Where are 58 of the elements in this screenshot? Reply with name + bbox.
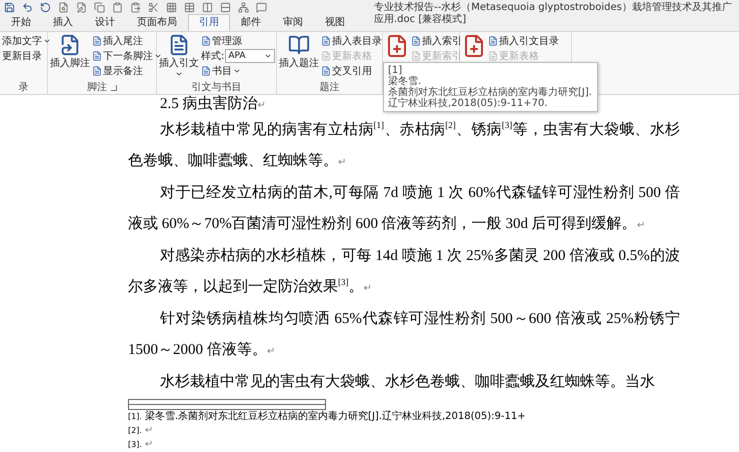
ribbon-tab[interactable]: 开始 [0,14,42,31]
toolbar-icon[interactable] [166,2,177,13]
window-title: 专业技术报告--水杉（Metasequoia glyptostroboides）栽培管理技术及其推广应用.doc [兼容模式] [373,0,733,27]
ribbon-tab[interactable]: 视图 [314,14,356,31]
ribbon-button[interactable]: 插入尾注 [92,34,162,48]
body-paragraph: 对感染赤枯病的水杉植株，可每 14d 喷施 1 次 25%多菌灵 200 倍液或 0.5%的波尔多液等，以起到一定防治效果$^{[3]}$。↵ [128,246,680,297]
ribbon-button[interactable]: 插入索引 [411,34,462,48]
toolbar-icon[interactable] [94,2,105,13]
group-label: 题注 [320,81,340,94]
ribbon-tab[interactable]: 设计 [84,14,126,31]
toolbar-icon[interactable] [4,2,15,13]
tooltip: [1] 梁冬雪. 杀菌剂对东北红豆杉立枯病的室内毒力研究[J].辽宁林业科技,2018(05):9-11+70. [383,62,598,112]
toolbar-icon[interactable] [148,2,159,13]
style-label: 样式: [201,50,224,63]
toolbar-icon[interactable] [40,2,51,13]
ribbon-button[interactable]: 插入引文目录 [488,34,559,48]
toolbar-icon[interactable] [238,2,249,13]
ribbon-button[interactable]: 管理源 [201,34,276,48]
ribbon-tab[interactable]: 引用 [188,14,230,31]
dialog-launcher-icon[interactable] [111,84,117,90]
footnote: [3]. ↵ [128,438,154,452]
footnote: [1]. 梁冬雪.杀菌剂对东北红豆杉立枯病的室内毒力研究[J].辽宁林业科技,2018(05):9-11+ [128,410,526,424]
toolbar-icon[interactable] [220,2,231,13]
toolbar-icon[interactable] [76,2,87,13]
toolbar-icon[interactable] [58,2,69,13]
body-paragraph: 针对染锈病植株均匀喷洒 65%代森锌可湿性粉剂 500～600 倍液或 25%粉锈宁 1500～2000 倍液等。↵ [128,309,680,360]
ribbon-button[interactable]: 添加文字 [2,34,51,48]
footnote: [2]. ↵ [128,424,154,438]
ribbon-button[interactable]: 更新目录 [2,49,51,63]
style-dropdown[interactable]: APA [225,49,276,63]
body-paragraph: 水杉栽植中常见的害虫有大袋蛾、水杉色卷蛾、咖啡蠹蛾及红蜘蛛等。当水 [159,372,656,392]
group-label: 录 [18,81,28,94]
toolbar-icon[interactable] [130,2,141,13]
ribbon-button[interactable]: 书目 [201,64,276,78]
ribbon-button[interactable]: 交叉引用 [321,64,382,78]
ribbon-large-button[interactable] [385,34,409,58]
ribbon-tab[interactable]: 审阅 [272,14,314,31]
ribbon-tab[interactable]: 页面布局 [126,14,188,31]
group-label: 引文与书目 [192,81,242,94]
ribbon-large-button[interactable]: 插入引文 [159,34,199,78]
ribbon-large-button[interactable] [462,34,486,58]
toolbar-icon[interactable] [202,2,213,13]
ribbon-tab[interactable]: 邮件 [230,14,272,31]
body-paragraph: 水杉栽植中常见的病害有立枯病$^{[1]}$、赤枯病$^{[2]}$、锈病$^{[3]}$等，虫害有大袋蛾、水杉色卷蛾、咖啡蠹蛾、红蜘蛛等。↵ [128,119,680,171]
section-heading: 2.5 病虫害防治↵ [159,95,266,114]
group-label: 脚注 [87,81,107,94]
document-plus-icon [385,34,409,58]
body-paragraph: 对于已经发立枯病的苗木,可每隔 7d 喷施 1 次 60%代森锰锌可湿性粉剂 500 倍液或 60%～70%百菌清可湿性粉剂 600 倍液等药剂，一般 30d 后可得到缓解。↵ [128,183,680,234]
toolbar-icon[interactable] [112,2,123,13]
toolbar-icon[interactable] [256,2,267,13]
style-selector[interactable]: 样式: APA [201,49,276,63]
toolbar-icon[interactable] [184,2,195,13]
toolbar-icon[interactable] [22,2,33,13]
ribbon-large-button[interactable]: 插入题注 [279,34,319,70]
document-plus-icon [462,34,486,58]
ribbon-button[interactable]: 插入表目录 [321,34,382,48]
ribbon-large-button[interactable]: 插入脚注 [50,34,90,70]
ribbon-tab[interactable]: 插入 [42,14,84,31]
